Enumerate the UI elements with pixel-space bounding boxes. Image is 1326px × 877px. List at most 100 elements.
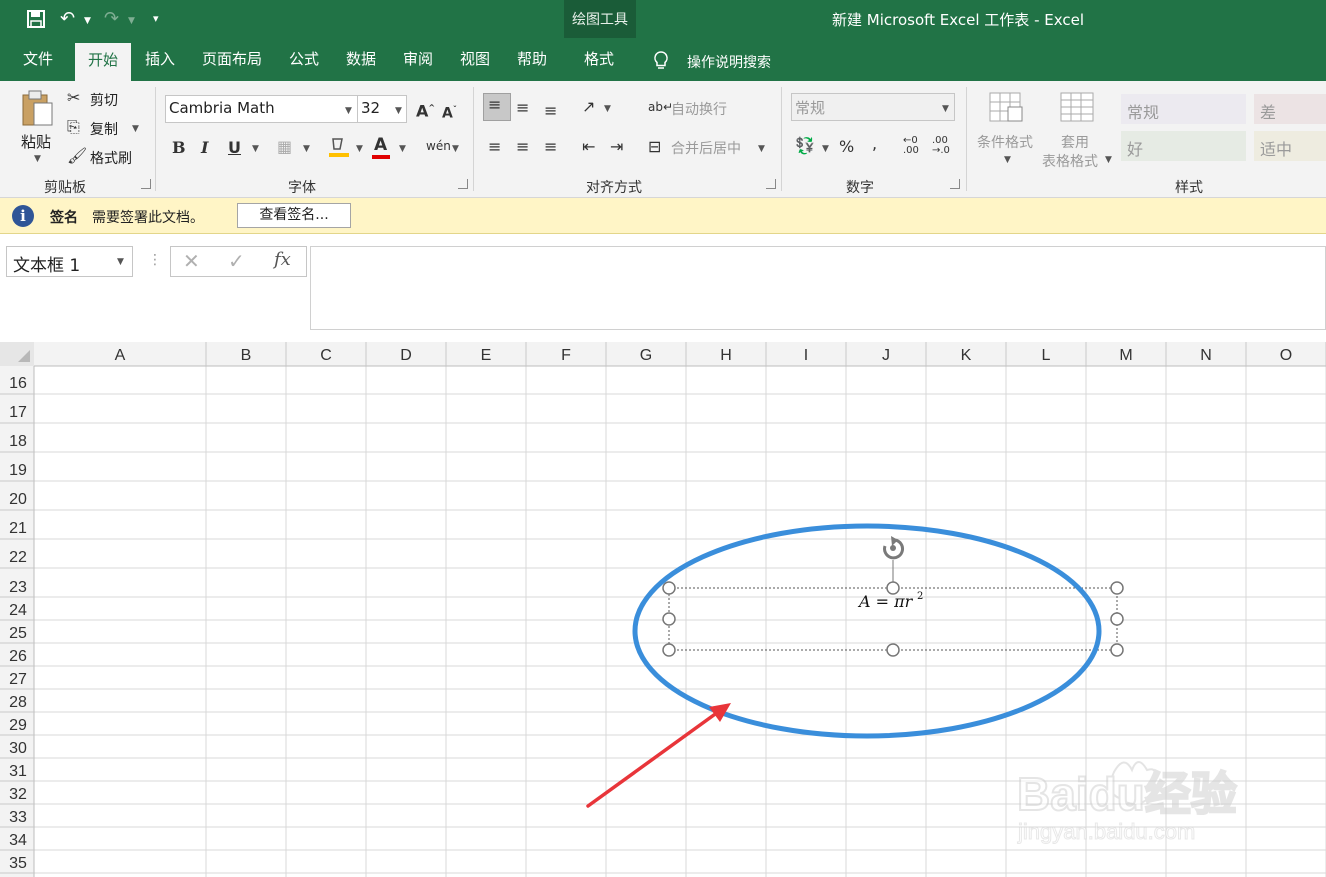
row-header-28[interactable]: 28 <box>9 694 27 711</box>
scissors-icon[interactable]: ✂ <box>67 89 80 107</box>
increase-font-size-icon[interactable]: A^ <box>416 99 435 120</box>
underline-dropdown-icon[interactable]: ▼ <box>252 144 259 154</box>
tab-home[interactable]: 开始 <box>75 43 132 81</box>
font-color-dropdown-icon[interactable]: ▼ <box>399 144 406 154</box>
merge-dropdown-icon[interactable]: ▼ <box>758 144 765 154</box>
row-header-25[interactable]: 25 <box>9 625 27 642</box>
customize-quick-access-icon[interactable]: ▾ <box>153 8 159 30</box>
resize-handle-bottom-left[interactable] <box>662 643 676 657</box>
accounting-format-icon[interactable]: 💱 <box>795 137 815 155</box>
paste-label[interactable]: 粘贴 <box>21 131 51 152</box>
column-header-N[interactable]: N <box>1200 347 1212 364</box>
percent-icon[interactable]: % <box>839 138 854 156</box>
format-as-table-label-1[interactable]: 套用 <box>1061 132 1089 152</box>
resize-handle-top-left[interactable] <box>662 581 676 595</box>
row-header-30[interactable]: 30 <box>9 740 27 757</box>
tab-formulas[interactable]: 公式 <box>289 48 319 69</box>
middle-align-icon[interactable]: ≡ <box>516 99 529 117</box>
font-name-select[interactable]: Cambria Math <box>165 95 358 123</box>
decrease-indent-icon[interactable]: ⇤ <box>582 138 595 156</box>
tab-view[interactable]: 视图 <box>460 48 490 69</box>
conditional-formatting-icon[interactable] <box>988 91 1024 125</box>
undo-icon[interactable]: ↶ <box>60 8 75 30</box>
increase-decimal-icon[interactable]: ←0.00 <box>903 136 919 156</box>
tab-data[interactable]: 数据 <box>346 48 376 69</box>
resize-handle-bottom[interactable] <box>886 643 900 657</box>
resize-handle-top-right[interactable] <box>1110 581 1124 595</box>
borders-icon[interactable]: ▦ <box>277 138 292 156</box>
column-header-J[interactable]: J <box>882 347 890 364</box>
comma-style-icon[interactable]: , <box>872 135 877 153</box>
cancel-icon[interactable]: ✕ <box>183 249 200 273</box>
decrease-font-size-icon[interactable]: Aˇ <box>442 101 457 123</box>
phonetic-icon[interactable]: wén <box>426 137 451 155</box>
borders-dropdown-icon[interactable]: ▼ <box>303 144 310 154</box>
row-header-22[interactable]: 22 <box>9 549 27 566</box>
name-box[interactable]: 文本框 1 <box>6 246 133 277</box>
style-bad[interactable]: 差 <box>1254 94 1326 124</box>
column-header-L[interactable]: L <box>1042 347 1051 364</box>
conditional-formatting-dropdown-icon[interactable]: ▼ <box>1004 155 1011 165</box>
paste-dropdown-icon[interactable]: ▼ <box>34 154 41 164</box>
align-center-icon[interactable]: ≡ <box>516 138 529 156</box>
column-header-O[interactable]: O <box>1280 347 1292 364</box>
wrap-text-icon[interactable]: ab↵ <box>648 98 673 116</box>
tab-help[interactable]: 帮助 <box>517 48 547 69</box>
equation-text-box[interactable]: A = πr 2 <box>662 536 1124 657</box>
row-header-24[interactable]: 24 <box>9 602 27 619</box>
format-as-table-dropdown-icon[interactable]: ▼ <box>1105 155 1112 165</box>
resize-handle-bottom-right[interactable] <box>1110 643 1124 657</box>
formula-bar-grip-icon[interactable]: ⋮ <box>148 252 162 268</box>
row-header-19[interactable]: 19 <box>9 462 27 479</box>
align-right-icon[interactable]: ≡ <box>544 138 557 156</box>
save-icon[interactable] <box>26 9 46 29</box>
fill-color-dropdown-icon[interactable]: ▼ <box>356 144 363 154</box>
italic-icon[interactable]: I <box>201 139 208 157</box>
paste-icon[interactable] <box>20 89 56 129</box>
undo-dropdown-icon[interactable]: ▼ <box>84 10 91 32</box>
column-header-I[interactable]: I <box>804 347 808 364</box>
row-header-23[interactable]: 23 <box>9 579 27 596</box>
copy-dropdown-icon[interactable]: ▼ <box>132 124 139 134</box>
bottom-align-icon[interactable]: ≡ <box>544 102 557 120</box>
column-header-B[interactable]: B <box>241 347 252 364</box>
tab-insert[interactable]: 插入 <box>145 48 175 69</box>
orientation-dropdown-icon[interactable]: ▼ <box>604 104 611 114</box>
wrap-text-button[interactable]: 自动换行 <box>671 99 727 119</box>
style-normal[interactable]: 常规 <box>1121 94 1246 124</box>
tab-format[interactable]: 格式 <box>584 48 614 69</box>
format-as-table-label-2[interactable]: 表格格式 <box>1042 151 1098 171</box>
row-header-26[interactable]: 26 <box>9 648 27 665</box>
number-launcher-icon[interactable] <box>950 179 960 189</box>
column-header-C[interactable]: C <box>320 347 332 364</box>
column-header-H[interactable]: H <box>720 347 732 364</box>
tell-me-search[interactable]: 操作说明搜索 <box>687 52 771 72</box>
align-left-icon[interactable]: ≡ <box>488 138 501 156</box>
row-header-32[interactable]: 32 <box>9 786 27 803</box>
accounting-dropdown-icon[interactable]: ▼ <box>822 144 829 154</box>
fill-color-icon[interactable] <box>328 135 350 159</box>
enter-icon[interactable]: ✓ <box>228 249 245 273</box>
cell-grid[interactable]: A B C D E F G H I J K L M N O 16 17 18 19 20 21 22 23 24 25 26 27… <box>0 342 1326 877</box>
column-header-K[interactable]: K <box>961 347 972 364</box>
number-format-select[interactable]: 常规 <box>791 93 955 121</box>
orientation-icon[interactable]: ↗ <box>582 98 595 116</box>
merge-center-icon[interactable]: ⊟ <box>648 138 661 156</box>
name-box-dropdown-icon[interactable]: ▼ <box>117 257 124 267</box>
alignment-launcher-icon[interactable] <box>766 179 776 189</box>
resize-handle-left[interactable] <box>662 612 676 626</box>
column-header-G[interactable]: G <box>640 347 652 364</box>
font-size-dropdown-icon[interactable]: ▼ <box>395 106 402 116</box>
worksheet-grid[interactable]: A B C D E F G H I J K L M N O 16 17 18 19 20 21 22 23 24 25 26 27… <box>0 342 1326 877</box>
formula-input[interactable] <box>310 246 1326 330</box>
view-signatures-button[interactable]: 查看签名... <box>237 203 351 228</box>
row-header-35[interactable]: 35 <box>9 855 27 872</box>
row-header-17[interactable]: 17 <box>9 404 27 421</box>
column-header-F[interactable]: F <box>561 347 571 364</box>
font-launcher-icon[interactable] <box>458 179 468 189</box>
tab-file[interactable]: 文件 <box>23 48 53 69</box>
row-header-31[interactable]: 31 <box>9 763 27 780</box>
row-header-18[interactable]: 18 <box>9 433 27 450</box>
resize-handle-right[interactable] <box>1110 612 1124 626</box>
copy-button[interactable]: 复制 <box>90 119 118 139</box>
